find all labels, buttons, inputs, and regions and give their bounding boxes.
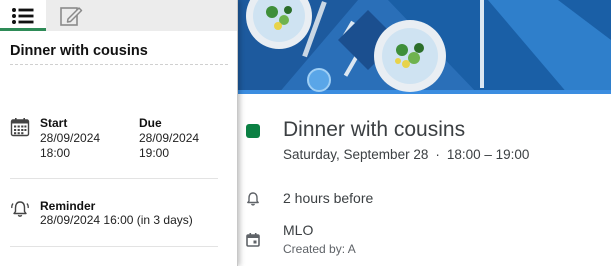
tab-edit[interactable] <box>48 0 94 31</box>
event-created-by: Created by: A <box>283 242 356 256</box>
calendar-color-dot <box>246 124 260 138</box>
start-date: 28/09/2024 <box>40 131 101 145</box>
event-reminder-text: 2 hours before <box>283 190 374 206</box>
list-icon <box>12 7 34 24</box>
event-detail: Dinner with cousins Saturday, September … <box>238 0 611 266</box>
calendar-icon <box>246 233 260 247</box>
edit-icon <box>60 6 83 26</box>
reminder-divider <box>10 246 218 247</box>
reminder-value: 28/09/2024 16:00 (in 3 days) <box>40 213 193 227</box>
event-calendar-name: MLO <box>283 222 314 238</box>
bell-icon <box>247 192 259 206</box>
start-time: 18:00 <box>40 146 71 160</box>
dates-divider <box>10 178 218 179</box>
title-divider <box>10 64 228 65</box>
event-title: Dinner with cousins <box>283 118 466 141</box>
event-when: Saturday, September 28 · 18:00 – 19:00 <box>283 147 529 162</box>
event-when-separator: · <box>435 147 440 162</box>
event-date: Saturday, September 28 <box>283 147 429 162</box>
reminder-label: Reminder <box>40 199 96 213</box>
event-time-range: 18:00 – 19:00 <box>446 147 530 162</box>
event-banner-image <box>238 0 611 94</box>
due-date: 28/09/2024 <box>139 131 200 145</box>
start-label: Start <box>40 116 68 130</box>
task-title: Dinner with cousins <box>10 43 148 59</box>
task-detail-panel: Dinner with cousins Start 28/09/2024 18:… <box>0 0 238 266</box>
alarm-bell-icon <box>11 201 29 217</box>
tab-details[interactable] <box>0 0 46 31</box>
due-label: Due <box>139 116 162 130</box>
calendar-grid-icon <box>10 118 30 137</box>
panel-tab-bar <box>0 0 237 31</box>
due-time: 19:00 <box>139 146 170 160</box>
